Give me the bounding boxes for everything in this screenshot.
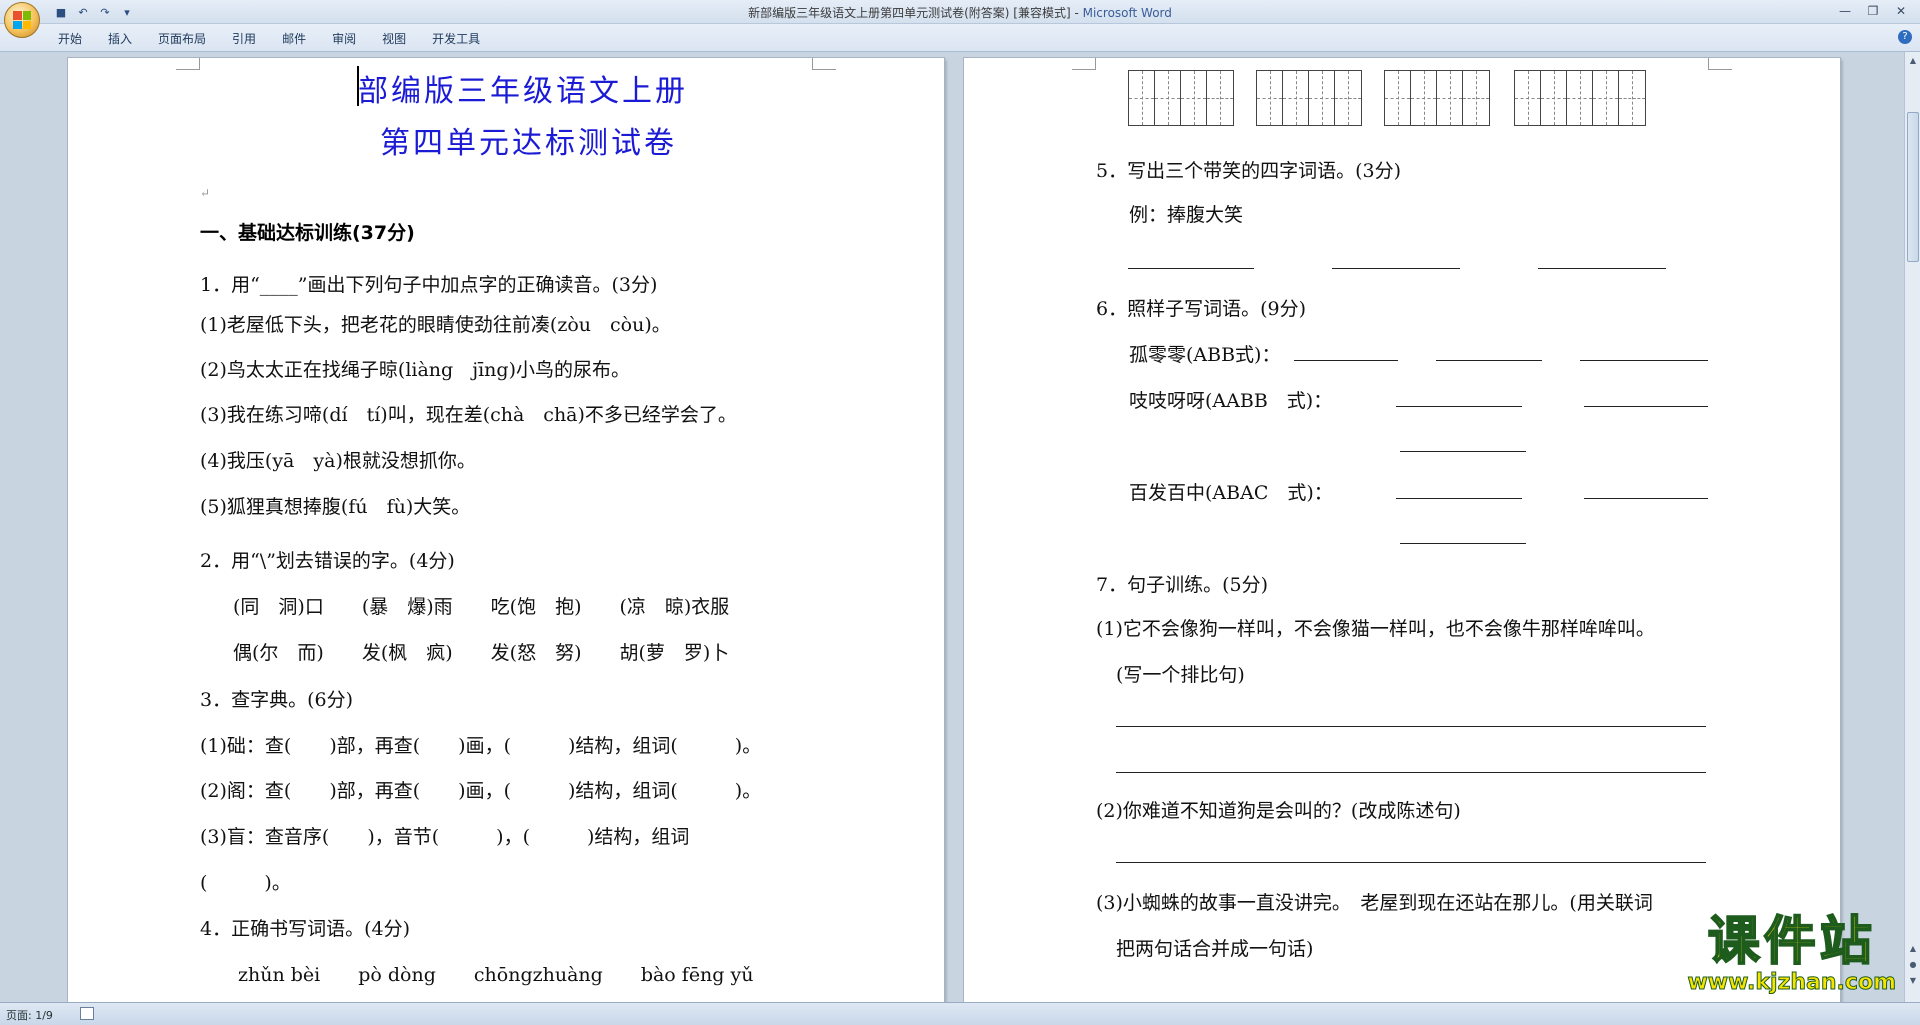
window-title: 新部编版三年级语文上册第四单元测试卷(附答案) [兼容模式] - Microso… — [0, 4, 1920, 21]
margin-corner-mark — [1708, 58, 1732, 70]
question-1-item-3: (3)我在练习啼(dí tí)叫，现在差(chà chā)不多已经学会了。 — [200, 404, 737, 426]
question-7-item-3-hint: 把两句话合并成一句话) — [1116, 938, 1314, 960]
tab-page-layout[interactable]: 页面布局 — [158, 30, 206, 47]
question-6: 6．照样子写词语。(9分) — [1096, 298, 1307, 320]
tab-insert[interactable]: 插入 — [108, 30, 132, 47]
question-3-item-3-cont: ( )。 — [200, 872, 291, 894]
document-page-2[interactable]: 5．写出三个带笑的四字词语。(3分) 例：捧腹大笑 6．照样子写词语。(9分) … — [964, 58, 1840, 1002]
answer-blank[interactable] — [1332, 268, 1460, 269]
answer-blank[interactable] — [1436, 360, 1542, 361]
question-7-item-1: (1)它不会像狗一样叫，不会像猫一样叫，也不会像牛那样哞哞叫。 — [1096, 618, 1655, 640]
answer-blank[interactable] — [1584, 406, 1708, 407]
answer-blank[interactable] — [1128, 268, 1254, 269]
question-1: 1．用“____”画出下列句子中加点字的正确读音。(3分) — [200, 274, 658, 296]
question-6-item-1: 孤零零(ABB式)： — [1129, 344, 1281, 366]
question-3-item-2: (2)阁：查( )部，再查( )画，( )结构，组词( )。 — [200, 780, 762, 802]
tab-references[interactable]: 引用 — [232, 30, 256, 47]
question-4: 4．正确书写词语。(4分) — [200, 918, 411, 940]
minimize-icon[interactable]: — — [1832, 2, 1858, 20]
answer-blank[interactable] — [1396, 406, 1522, 407]
section-heading: 一、基础达标训练(37分) — [200, 222, 415, 244]
answer-line[interactable] — [1116, 772, 1706, 773]
answer-blank[interactable] — [1396, 498, 1522, 499]
answer-blank[interactable] — [1400, 543, 1526, 544]
tab-view[interactable]: 视图 — [382, 30, 406, 47]
answer-blank[interactable] — [1584, 498, 1708, 499]
question-2: 2．用“\”划去错误的字。(4分) — [200, 550, 455, 572]
watermark-title: 课件站 — [1707, 912, 1876, 972]
tab-developer[interactable]: 开发工具 — [432, 30, 480, 47]
writing-grid — [1256, 70, 1362, 126]
question-3-item-1: (1)础：查( )部，再查( )画，( )结构，组词( )。 — [200, 735, 762, 757]
vertical-scrollbar[interactable]: ▲ ▲ ● ▼ — [1904, 52, 1920, 1002]
close-icon[interactable]: ✕ — [1888, 2, 1914, 20]
tab-home[interactable]: 开始 — [58, 30, 82, 47]
question-5: 5．写出三个带笑的四字词语。(3分) — [1096, 160, 1402, 182]
question-7-item-3: (3)小蜘蛛的故事一直没讲完。 老屋到现在还站在那儿。(用关联词 — [1096, 892, 1653, 914]
answer-blank[interactable] — [1538, 268, 1666, 269]
browse-object-icon[interactable]: ● — [1907, 958, 1919, 972]
question-1-item-5: (5)狐狸真想捧腹(fú fù)大笑。 — [200, 496, 471, 518]
question-1-item-1: (1)老屋低下头，把老花的眼睛使劲往前凑(zòu còu)。 — [200, 314, 671, 336]
doc-title-line2: 第四单元达标测试卷 — [380, 126, 677, 161]
question-2-row-2: 偶(尔 而) 发(枫 疯) 发(怒 努) 胡(萝 罗)卜 — [233, 642, 730, 664]
question-1-item-2: (2)鸟太太正在找绳子晾(liàng jīng)小鸟的尿布。 — [200, 359, 630, 381]
question-7-item-1-hint: (写一个排比句) — [1116, 664, 1245, 686]
help-icon[interactable]: ? — [1898, 30, 1912, 44]
question-2-row-1: (同 洞)口 (暴 爆)雨 吃(饱 抱) (凉 晾)衣服 — [233, 596, 730, 618]
question-6-item-2: 吱吱呀呀(AABB 式)： — [1129, 390, 1333, 412]
office-button[interactable] — [4, 2, 40, 38]
office-logo-icon — [13, 11, 31, 29]
tab-mailings[interactable]: 邮件 — [282, 30, 306, 47]
answer-blank[interactable] — [1400, 451, 1526, 452]
question-6-item-3: 百发百中(ABAC 式)： — [1129, 482, 1333, 504]
window-controls: — ❐ ✕ — [1832, 2, 1914, 20]
watermark-url: www.kjzhan.com — [1687, 970, 1897, 996]
site-watermark: 课件站 www.kjzhan.com — [1687, 912, 1897, 996]
question-1-item-4: (4)我压(yā yà)根就没想抓你。 — [200, 450, 476, 472]
answer-line[interactable] — [1116, 726, 1706, 727]
question-3-item-3: (3)盲：查音序( )，音节( )，( )结构，组词 — [200, 826, 690, 848]
scroll-thumb[interactable] — [1907, 112, 1919, 262]
paragraph-mark: ↵ — [200, 186, 211, 200]
margin-corner-mark — [1072, 58, 1096, 70]
proofing-icon[interactable] — [80, 1007, 94, 1020]
writing-grid — [1384, 70, 1490, 126]
question-4-pinyin: zhǔn bèi pò dòng chōngzhuàng bào fēng yǔ — [238, 964, 754, 986]
ribbon: 开始 插入 页面布局 引用 邮件 审阅 视图 开发工具 ? — [0, 24, 1920, 52]
previous-page-icon[interactable]: ▲ — [1907, 942, 1919, 956]
scroll-up-icon[interactable]: ▲ — [1907, 54, 1919, 68]
document-page-1[interactable]: 部编版三年级语文上册 第四单元达标测试卷 ↵ 一、基础达标训练(37分) 1．用… — [68, 58, 944, 1002]
document-title: 新部编版三年级语文上册第四单元测试卷(附答案) [兼容模式] - — [748, 6, 1083, 20]
margin-corner-mark — [812, 58, 836, 70]
writing-grid — [1128, 70, 1234, 126]
restore-icon[interactable]: ❐ — [1860, 2, 1886, 20]
question-7-item-2: (2)你难道不知道狗是会叫的？(改成陈述句) — [1096, 800, 1461, 822]
answer-line[interactable] — [1116, 862, 1706, 863]
doc-title-line1: 部编版三年级语文上册 — [358, 74, 688, 109]
question-7: 7．句子训练。(5分) — [1096, 574, 1269, 596]
status-bar: 页面: 1/9 — [0, 1002, 1920, 1025]
next-page-icon[interactable]: ▼ — [1907, 974, 1919, 988]
margin-corner-mark — [176, 58, 200, 70]
title-bar: ■ ↶ ↷ ▾ 新部编版三年级语文上册第四单元测试卷(附答案) [兼容模式] -… — [0, 0, 1920, 38]
answer-blank[interactable] — [1294, 360, 1398, 361]
app-name: Microsoft Word — [1082, 6, 1172, 20]
question-5-example: 例：捧腹大笑 — [1129, 204, 1244, 226]
writing-grid — [1514, 70, 1646, 126]
ribbon-tabs: 开始 插入 页面布局 引用 邮件 审阅 视图 开发工具 — [58, 30, 480, 47]
question-3: 3．查字典。(6分) — [200, 689, 354, 711]
answer-blank[interactable] — [1580, 360, 1708, 361]
page-indicator[interactable]: 页面: 1/9 — [6, 1007, 53, 1023]
document-workspace: 部编版三年级语文上册 第四单元达标测试卷 ↵ 一、基础达标训练(37分) 1．用… — [0, 52, 1904, 1002]
tab-review[interactable]: 审阅 — [332, 30, 356, 47]
